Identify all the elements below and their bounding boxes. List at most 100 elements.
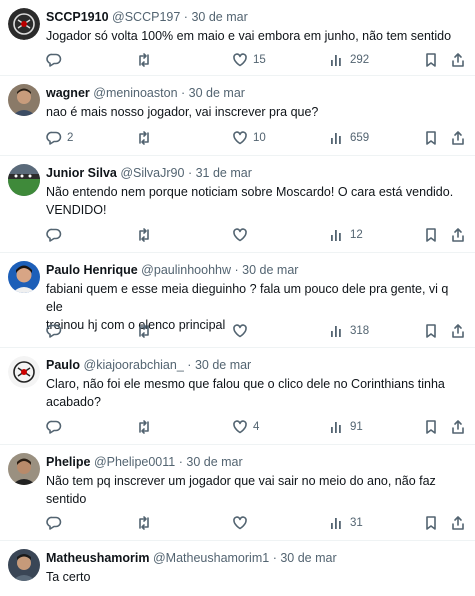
user-handle[interactable]: @Phelipe0011 [94, 455, 175, 469]
bookmark-button[interactable] [423, 513, 439, 533]
views-button[interactable]: 12 [329, 225, 363, 245]
post-date[interactable]: 31 de mar [196, 166, 252, 180]
post-date[interactable]: 30 de mar [195, 358, 251, 372]
avatar[interactable] [8, 164, 40, 196]
reply-item[interactable]: Paulo @kiajoorabchian_ · 30 de mar Claro… [0, 348, 475, 445]
share-icon [452, 228, 464, 242]
display-name[interactable]: SCCP1910 [46, 10, 109, 24]
avatar[interactable] [8, 261, 40, 293]
bookmark-icon [426, 131, 436, 145]
like-button[interactable]: 10 [232, 128, 266, 148]
bookmark-icon [426, 324, 436, 338]
bookmark-button[interactable] [423, 225, 439, 245]
heart-icon [233, 228, 247, 242]
like-button[interactable]: 15 [232, 50, 266, 70]
user-handle[interactable]: @SCCP197 [112, 10, 180, 24]
share-button[interactable] [450, 128, 466, 148]
reply-button[interactable] [46, 417, 67, 437]
repost-button[interactable] [136, 513, 157, 533]
repost-button[interactable] [136, 128, 157, 148]
user-handle[interactable]: @meninoaston [93, 86, 177, 100]
like-count: 4 [253, 421, 260, 433]
reply-button[interactable] [46, 513, 67, 533]
action-bar: 31 [46, 513, 468, 533]
bookmark-button[interactable] [423, 50, 439, 70]
separator-dot: · [181, 86, 186, 100]
display-name[interactable]: Paulo [46, 358, 80, 372]
avatar[interactable] [8, 356, 40, 388]
like-button[interactable] [232, 225, 253, 245]
separator-dot: · [187, 166, 193, 180]
bookmark-button[interactable] [423, 417, 439, 437]
share-button[interactable] [450, 225, 466, 245]
reply-item[interactable]: SCCP1910 @SCCP197 · 30 de mar Jogador só… [0, 0, 475, 76]
views-button[interactable]: 31 [329, 513, 363, 533]
reply-count: 2 [67, 132, 74, 144]
view-count: 292 [350, 54, 370, 66]
post-date[interactable]: 30 de mar [186, 455, 242, 469]
display-name[interactable]: wagner [46, 86, 90, 100]
reply-button[interactable]: 2 [46, 128, 73, 148]
views-button[interactable]: 318 [329, 321, 369, 341]
post-date[interactable]: 30 de mar [280, 551, 336, 565]
post-date[interactable]: 30 de mar [189, 86, 245, 100]
bookmark-icon [426, 420, 436, 434]
share-button[interactable] [450, 321, 466, 341]
view-count: 12 [350, 229, 363, 241]
reply-text: Claro, não foi ele mesmo que falou que o… [46, 377, 445, 409]
reply-button[interactable] [46, 50, 67, 70]
reply-text: Não entendo nem porque noticiam sobre Mo… [46, 185, 454, 217]
share-button[interactable] [450, 50, 466, 70]
display-name[interactable]: Paulo Henrique [46, 263, 138, 277]
share-icon [452, 131, 464, 145]
bookmark-button[interactable] [423, 321, 439, 341]
like-count: 15 [253, 54, 266, 66]
views-button[interactable]: 292 [329, 50, 369, 70]
display-name[interactable]: Matheushamorim [46, 551, 150, 565]
repost-button[interactable] [136, 417, 157, 437]
user-handle[interactable]: @kiajoorabchian_ [84, 358, 184, 372]
share-icon [452, 420, 464, 434]
action-bar: 15 292 [46, 50, 468, 70]
share-button[interactable] [450, 513, 466, 533]
repost-button[interactable] [136, 321, 157, 341]
avatar[interactable] [8, 84, 40, 116]
post-date[interactable]: 30 de mar [191, 10, 247, 24]
reply-text: nao é mais nosso jogador, vai inscrever … [46, 105, 319, 119]
post-date[interactable]: 30 de mar [242, 263, 298, 277]
repost-icon [139, 324, 149, 338]
analytics-icon [331, 133, 341, 144]
user-handle[interactable]: @SilvaJr90 [120, 166, 184, 180]
reply-button[interactable] [46, 225, 67, 245]
reply-item[interactable]: wagner @meninoaston · 30 de mar nao é ma… [0, 76, 475, 156]
share-button[interactable] [450, 417, 466, 437]
user-handle[interactable]: @Matheushamorim1 [153, 551, 269, 565]
repost-icon [139, 53, 149, 67]
user-photo-icon [8, 84, 40, 116]
views-button[interactable]: 91 [329, 417, 363, 437]
reply-text: Ta certo [46, 570, 91, 584]
reply-item[interactable]: Junior Silva @SilvaJr90 · 31 de mar Não … [0, 156, 475, 253]
views-button[interactable]: 659 [329, 128, 369, 148]
avatar[interactable] [8, 453, 40, 485]
heart-icon [233, 420, 247, 434]
like-button[interactable] [232, 321, 253, 341]
avatar[interactable] [8, 549, 40, 581]
bookmark-button[interactable] [423, 128, 439, 148]
repost-button[interactable] [136, 225, 157, 245]
share-icon [452, 324, 464, 338]
user-handle[interactable]: @paulinhoohhw [141, 263, 231, 277]
reply-button[interactable] [46, 321, 67, 341]
display-name[interactable]: Phelipe [46, 455, 90, 469]
like-button[interactable] [232, 513, 253, 533]
reply-item[interactable]: Matheushamorim @Matheushamorim1 · 30 de … [0, 541, 475, 596]
like-button[interactable]: 4 [232, 417, 259, 437]
display-name[interactable]: Junior Silva [46, 166, 117, 180]
repost-icon [139, 516, 149, 530]
avatar[interactable] [8, 8, 40, 40]
repost-button[interactable] [136, 50, 157, 70]
user-photo-icon [8, 453, 40, 485]
reply-item[interactable]: Paulo Henrique @paulinhoohhw · 30 de mar… [0, 253, 475, 348]
reply-item[interactable]: Phelipe @Phelipe0011 · 30 de mar Não tem… [0, 445, 475, 541]
view-count: 91 [350, 421, 363, 433]
